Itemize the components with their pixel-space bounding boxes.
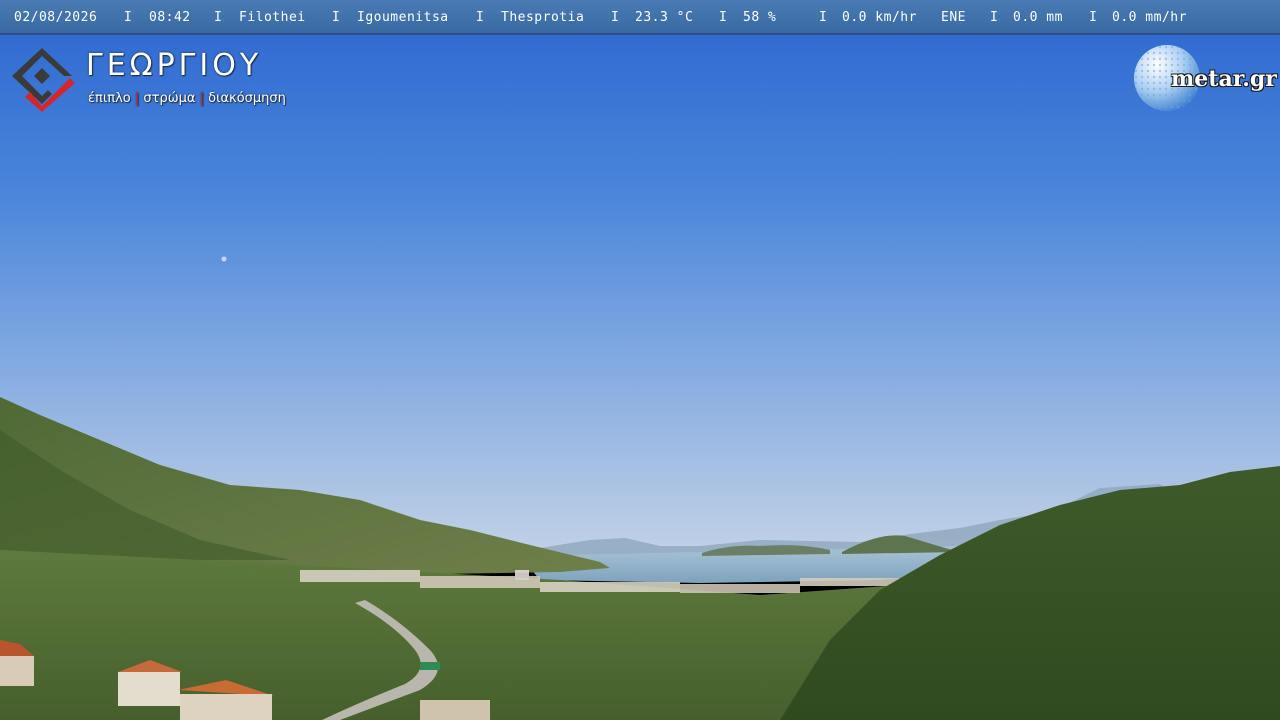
sponsor-logo: ΓΕΩΡΓΙΟΥ έπιπλο | στρώμα | διακόσμηση [12, 46, 322, 112]
separator: I [332, 10, 341, 25]
tagline-decoration: διακόσμηση [208, 91, 286, 106]
rain-rate-readout: 0.0 mm/hr [1112, 10, 1187, 25]
separator: I [990, 10, 999, 25]
wind-direction-readout: ENE [941, 10, 966, 25]
separator: I [611, 10, 620, 25]
separator: I [819, 10, 828, 25]
diamond-check-icon [12, 48, 75, 112]
separator: I [719, 10, 728, 25]
brand-name: ΓΕΩΡΓΙΟΥ [86, 48, 263, 83]
region-name: Thesprotia [501, 10, 585, 25]
area-name: Filothei [239, 10, 306, 25]
tagline-furniture: έπιπλο [88, 91, 131, 106]
metar-logo: metar.gr [1133, 44, 1277, 114]
separator: I [214, 10, 223, 25]
tagline-mattress: στρώμα [143, 91, 196, 106]
date-readout: 02/08/2026 [14, 10, 98, 25]
rain-readout: 0.0 mm [1013, 10, 1063, 25]
metar-wordmark: metar.gr [1171, 66, 1277, 92]
temperature-readout: 23.3 °C [635, 10, 694, 25]
town-name: Igoumenitsa [357, 10, 449, 25]
brand-tagline: έπιπλο | στρώμα | διακόσμηση [88, 91, 286, 106]
time-readout: 08:42 [149, 10, 191, 25]
separator: I [124, 10, 133, 25]
weather-status-bar: 02/08/2026 I 08:42 I Filothei I Igoumeni… [0, 0, 1280, 35]
humidity-readout: 58 % [743, 10, 777, 25]
separator: I [476, 10, 485, 25]
tagline-divider: | [199, 91, 204, 106]
road-sign [420, 662, 440, 670]
separator: I [1089, 10, 1098, 25]
tagline-divider: | [134, 91, 140, 106]
wind-speed-readout: 0.0 km/hr [842, 10, 917, 25]
moon [221, 256, 227, 262]
